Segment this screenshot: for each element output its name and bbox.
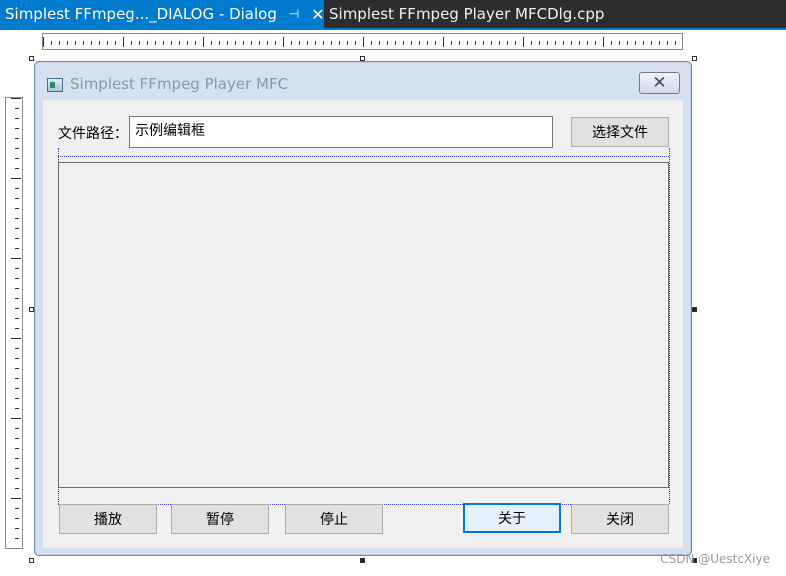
dialog-window[interactable]: Simplest FFmpeg Player MFC ✕ 文件路径： 示例编辑框… xyxy=(34,61,692,556)
resize-handle-top-left[interactable] xyxy=(29,56,34,61)
resize-handle-bottom[interactable] xyxy=(360,558,365,563)
tab-cpp-file[interactable]: Simplest FFmpeg Player MFCDlg.cpp xyxy=(329,0,604,28)
browse-file-button[interactable]: 选择文件 xyxy=(571,117,669,147)
csdn-watermark: CSDN @UestcXiye xyxy=(660,552,770,566)
stop-button[interactable]: 停止 xyxy=(285,504,383,534)
resize-handle-top-right[interactable] xyxy=(692,56,697,61)
dialog-client-area: 文件路径： 示例编辑框 选择文件 播放 暂停 停止 关于 关闭 xyxy=(43,100,683,548)
pin-icon[interactable]: ⊣ xyxy=(289,7,299,21)
dialog-title: Simplest FFmpeg Player MFC xyxy=(70,75,289,93)
close-button[interactable]: 关闭 xyxy=(571,504,669,534)
play-button[interactable]: 播放 xyxy=(59,504,157,534)
resize-handle-bottom-left[interactable] xyxy=(29,558,34,563)
document-tab-bar: Simplest FFmpeg..._DIALOG - Dialog ⊣ ✕ S… xyxy=(0,0,786,28)
horizontal-ruler[interactable] xyxy=(42,33,683,50)
pause-button[interactable]: 暂停 xyxy=(171,504,269,534)
tab-underline xyxy=(0,28,786,30)
dialog-titlebar: Simplest FFmpeg Player MFC ✕ xyxy=(35,62,691,100)
about-button[interactable]: 关于 xyxy=(463,503,561,533)
file-path-edit[interactable]: 示例编辑框 xyxy=(129,116,553,148)
vertical-ruler[interactable] xyxy=(5,97,23,549)
file-path-label: 文件路径： xyxy=(58,126,128,142)
tab-dialog-resource[interactable]: Simplest FFmpeg..._DIALOG - Dialog ⊣ ✕ xyxy=(0,0,325,28)
tab-cpp-label: Simplest FFmpeg Player MFCDlg.cpp xyxy=(329,5,605,23)
guide-line-right xyxy=(669,148,670,504)
tab-dialog-label: Simplest FFmpeg..._DIALOG - Dialog xyxy=(5,5,277,23)
close-icon: ✕ xyxy=(652,73,667,93)
guide-line-top xyxy=(58,156,669,157)
dialog-close-button[interactable]: ✕ xyxy=(639,72,680,94)
video-display-area[interactable] xyxy=(58,162,669,488)
app-icon xyxy=(47,78,63,92)
resize-handle-right[interactable] xyxy=(692,307,697,312)
close-tab-icon[interactable]: ✕ xyxy=(311,5,324,24)
